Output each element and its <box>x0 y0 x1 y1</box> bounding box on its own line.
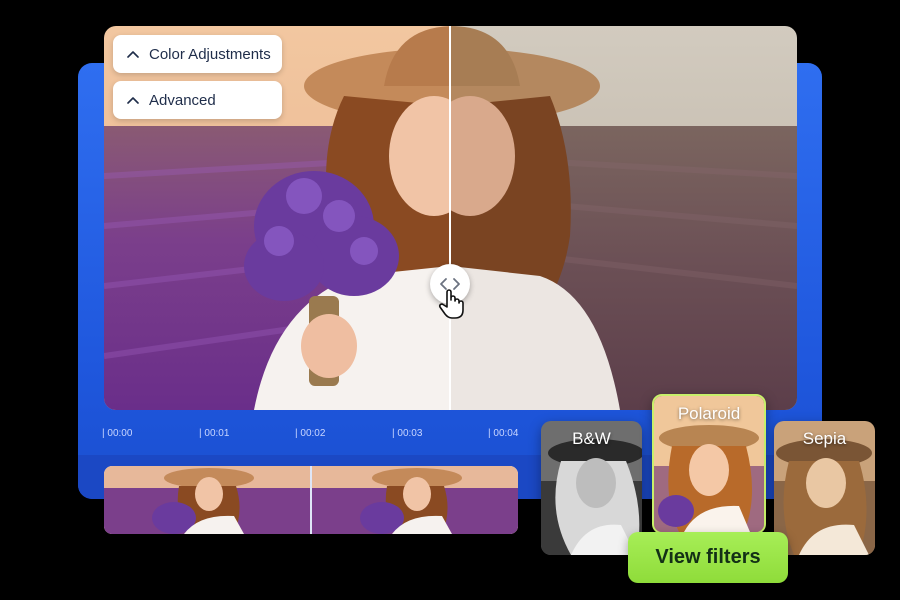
filter-card-sepia[interactable]: Sepia <box>774 421 875 555</box>
clip-thumbnail[interactable] <box>312 466 518 534</box>
clip-track[interactable] <box>104 466 518 534</box>
chevron-up-icon <box>125 46 141 62</box>
clip-thumbnail[interactable] <box>104 466 310 534</box>
timeline-tick: | 00:01 <box>199 428 230 439</box>
filter-card-bw[interactable]: B&W <box>541 421 642 555</box>
timeline-tick: | 00:00 <box>102 428 133 439</box>
hand-pointer-icon <box>438 289 464 319</box>
timeline-tick: | 00:03 <box>392 428 423 439</box>
filter-card-polaroid[interactable]: Polaroid <box>652 394 766 534</box>
filter-label-bw: B&W <box>572 429 611 448</box>
color-adjustments-toggle[interactable]: Color Adjustments <box>113 35 282 73</box>
chevron-up-icon <box>125 92 141 108</box>
split-divider[interactable] <box>449 26 451 410</box>
color-adjustments-label: Color Adjustments <box>149 45 271 63</box>
after-image <box>450 26 797 410</box>
timeline-tick: | 00:02 <box>295 428 326 439</box>
advanced-toggle[interactable]: Advanced <box>113 81 282 119</box>
filter-label-polaroid: Polaroid <box>677 404 741 423</box>
timeline-ruler[interactable]: | 00:00 | 00:01 | 00:02 | 00:03 | 00:04 <box>102 428 542 446</box>
advanced-label: Advanced <box>149 91 216 109</box>
view-filters-button[interactable]: View filters <box>628 532 788 583</box>
filter-label-sepia: Sepia <box>802 429 847 448</box>
timeline-tick: | 00:04 <box>488 428 519 439</box>
